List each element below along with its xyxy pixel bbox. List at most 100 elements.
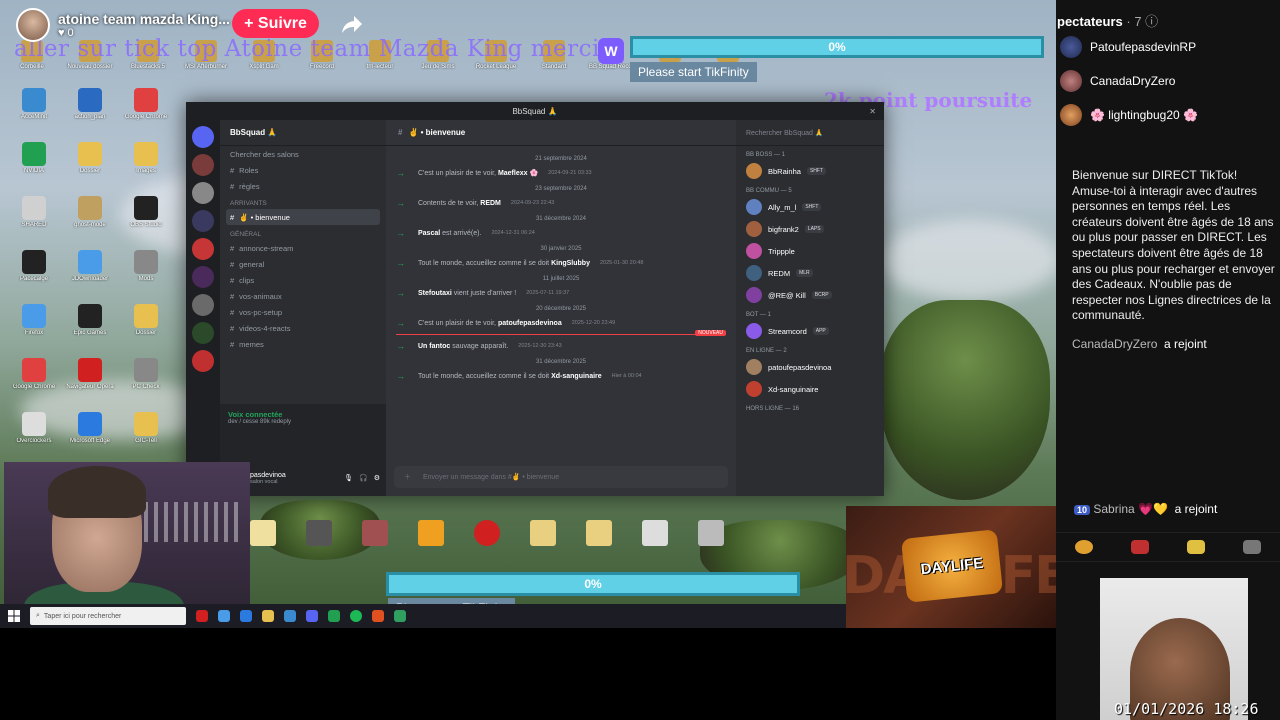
spotify-icon[interactable] [350, 610, 362, 622]
viewer-item[interactable]: 🌸 lightingbug20 🌸 [1060, 104, 1198, 126]
desktop-icon[interactable]: Dossier [64, 142, 116, 182]
channel-item[interactable]: # memes [220, 336, 386, 352]
desktop-icon[interactable]: OBS Studio [120, 196, 172, 236]
windows-start-icon[interactable] [8, 610, 20, 622]
desktop-icon[interactable]: Dossier [120, 304, 172, 344]
desktop-icon[interactable]: Mods [120, 250, 172, 290]
discord-window[interactable]: BbSquad 🙏 ✕ BbSquad 🙏 Chercher des salon… [186, 102, 884, 496]
app-icon[interactable] [418, 520, 444, 546]
message-user[interactable]: Stefoutaxi [418, 290, 452, 297]
channel-item[interactable]: # règles [220, 178, 386, 194]
desktop-icon[interactable]: NVIDIA [8, 142, 60, 182]
desktop-icon[interactable]: Firefox [8, 304, 60, 344]
folder-icon[interactable] [530, 520, 556, 546]
app-icon[interactable] [394, 610, 406, 622]
close-icon[interactable]: ✕ [869, 107, 876, 116]
channel-item[interactable]: # vos-pc-setup [220, 304, 386, 320]
channel-item[interactable]: # clips [220, 272, 386, 288]
desktop-icon[interactable]: AcceMinit [8, 88, 60, 128]
server-icon[interactable] [192, 154, 214, 176]
headset-icon[interactable]: 🎧 [359, 474, 368, 482]
chrome-icon[interactable] [218, 610, 230, 622]
channel-category[interactable]: Général [220, 225, 386, 240]
desktop-icon[interactable]: Google Chrome [120, 88, 172, 128]
server-icon[interactable] [192, 350, 214, 372]
xbox-icon[interactable] [328, 610, 340, 622]
channel-item[interactable]: # Roles [220, 162, 386, 178]
store-icon[interactable] [284, 610, 296, 622]
member-item[interactable]: REDM MLR [736, 262, 884, 284]
desktop-icon[interactable]: Images [120, 142, 172, 182]
taskbar-search[interactable]: ⌕ Taper ici pour rechercher [30, 607, 186, 625]
file-icon[interactable] [642, 520, 668, 546]
info-icon[interactable]: ⓘ [1145, 14, 1158, 29]
desktop-icon[interactable]: PC Check [120, 358, 172, 398]
member-item[interactable]: @RE@ Kill BCRP [736, 284, 884, 306]
message-user[interactable]: patoufepasdevinoa [498, 320, 562, 327]
member-item[interactable]: Ally_m_l SHFT [736, 196, 884, 218]
channel-item[interactable]: # videos-4-reacts [220, 320, 386, 336]
message-user[interactable]: Pascal [418, 230, 440, 237]
add-icon[interactable]: ＋ [404, 472, 411, 482]
viewer-item[interactable]: CanadaDryZero [1060, 70, 1175, 92]
file-icon[interactable] [250, 520, 276, 546]
channel-item[interactable]: # vos-animaux [220, 288, 386, 304]
channel-category[interactable]: Arrivants [220, 194, 386, 209]
message-user[interactable]: KingSlubby [551, 260, 590, 267]
viewer-item[interactable]: PatoufepasdevinRP [1060, 36, 1196, 58]
message-user[interactable]: Un fantoc [418, 343, 450, 350]
server-icon[interactable] [192, 210, 214, 232]
message-input[interactable]: ＋ Envoyer un message dans #✌ • bienvenue [394, 466, 728, 488]
server-icon[interactable] [192, 266, 214, 288]
discord-search[interactable]: Rechercher BbSquad 🙏 [736, 120, 884, 146]
desktop-icon[interactable]: JDOwnloader [64, 250, 116, 290]
folder-icon[interactable] [262, 610, 274, 622]
channel-item[interactable]: # general [220, 256, 386, 272]
streamer-header[interactable]: atoine team mazda King... ♥ 0 [16, 8, 230, 42]
member-item[interactable]: Trippple [736, 240, 884, 262]
join-user[interactable]: Sabrina 💗💛 [1093, 502, 1168, 516]
gear-icon[interactable]: ⚙ [374, 474, 380, 482]
desktop-icon[interactable]: Epic Games [64, 304, 116, 344]
server-icon[interactable] [192, 294, 214, 316]
server-icon[interactable] [192, 238, 214, 260]
opera-icon[interactable] [474, 520, 500, 546]
opera-icon[interactable] [196, 610, 208, 622]
streamer-avatar[interactable] [16, 8, 50, 42]
desktop-icon[interactable]: Overclockers [8, 412, 60, 452]
gift-icon[interactable] [1187, 540, 1205, 554]
desktop-icon[interactable]: Google Chrome [8, 358, 60, 398]
folder-icon[interactable] [586, 520, 612, 546]
member-item[interactable]: bigfrank2 LAPS [736, 218, 884, 240]
desktop-icon[interactable]: Pacecalge [8, 250, 60, 290]
streamer-name[interactable]: atoine team mazda King... [58, 11, 230, 27]
desktop-icon[interactable]: ghost-mode [64, 196, 116, 236]
server-icon[interactable] [192, 182, 214, 204]
server-icon[interactable] [192, 322, 214, 344]
message-user[interactable]: Maeflexx 🌸 [498, 170, 538, 177]
channel-item[interactable]: # annonce-stream [220, 240, 386, 256]
edge-icon[interactable] [240, 610, 252, 622]
message-user[interactable]: REDM [480, 200, 501, 207]
microphone-icon[interactable]: 🎙 [344, 474, 353, 482]
join-user[interactable]: CanadaDryZero [1072, 337, 1157, 351]
desktop-icon[interactable]: GIC-Tell [120, 412, 172, 452]
discord-home-icon[interactable] [192, 126, 214, 148]
desktop-icon[interactable]: SHARED [8, 196, 60, 236]
app-icon[interactable] [362, 520, 388, 546]
guild-name[interactable]: BbSquad 🙏 [220, 120, 386, 146]
file-icon[interactable] [698, 520, 724, 546]
search-servers-field[interactable]: Chercher des salons [220, 146, 386, 162]
channel-item[interactable]: # ✌ • bienvenue [226, 209, 380, 225]
app-icon[interactable] [372, 610, 384, 622]
app-icon[interactable] [306, 520, 332, 546]
desktop-icon[interactable]: Navigateur Opera [64, 358, 116, 398]
gift-icon[interactable] [1131, 540, 1149, 554]
gift-icon[interactable] [1075, 540, 1093, 554]
discord-icon[interactable] [306, 610, 318, 622]
message-user[interactable]: Xd-sanguinaire [551, 373, 602, 380]
share-icon[interactable] [340, 12, 364, 36]
desktop-icon[interactable]: Microsoft Edge [64, 412, 116, 452]
desktop-icon[interactable]: action_plan [64, 88, 116, 128]
gift-icon[interactable] [1243, 540, 1261, 554]
